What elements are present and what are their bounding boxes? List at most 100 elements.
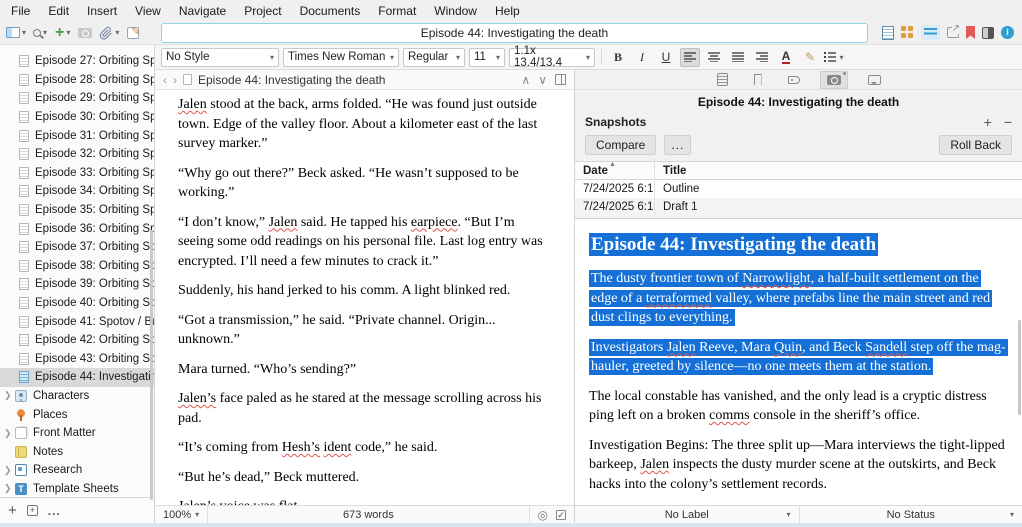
- binder-item[interactable]: Episode 43: Orbiting Spoto...: [0, 350, 154, 369]
- binder-collection-front-matter[interactable]: ❯Front Matter: [0, 424, 154, 443]
- binder-item[interactable]: Episode 34: Orbiting Spoto...: [0, 182, 154, 201]
- binder-item[interactable]: Episode 40: Orbiting Spotov: [0, 294, 154, 313]
- expand-chevron-icon[interactable]: ❯: [4, 390, 14, 401]
- paperclip-caret[interactable]: ▾: [115, 28, 119, 37]
- underline-button[interactable]: U: [656, 48, 676, 67]
- binder-item[interactable]: Episode 31: Orbiting Spoto...: [0, 126, 154, 145]
- document-title-field[interactable]: Episode 44: Investigating the death: [161, 23, 868, 43]
- date-column-header[interactable]: Date▲: [575, 162, 655, 179]
- bold-button[interactable]: B: [608, 48, 628, 67]
- binder-item[interactable]: Episode 39: Orbiting Spoto...: [0, 275, 154, 294]
- binder-item[interactable]: Episode 27: Orbiting Spoto...: [0, 52, 154, 71]
- compose-icon[interactable]: [127, 27, 139, 39]
- back-icon[interactable]: ‹: [163, 73, 167, 87]
- corkboard-view-icon[interactable]: [901, 26, 914, 39]
- menu-item-navigate[interactable]: Navigate: [170, 2, 235, 20]
- font-variant-dropdown[interactable]: Regular▾: [403, 48, 465, 67]
- paperclip-icon[interactable]: [99, 26, 113, 40]
- menu-item-help[interactable]: Help: [486, 2, 529, 20]
- forward-icon[interactable]: ›: [173, 73, 177, 87]
- binder-item[interactable]: Episode 28: Orbiting Spoto...: [0, 71, 154, 90]
- binder-toggle-caret[interactable]: ▾: [22, 28, 26, 37]
- menu-item-project[interactable]: Project: [235, 2, 290, 20]
- binder-more-icon[interactable]: ...: [48, 504, 61, 518]
- snapshot-remove-button[interactable]: −: [1004, 114, 1012, 130]
- label-dropdown[interactable]: No Label▾: [575, 506, 799, 523]
- menu-item-format[interactable]: Format: [369, 2, 425, 20]
- binder-item[interactable]: Episode 33: Orbiting Spoto...: [0, 164, 154, 183]
- split-editor-icon[interactable]: [555, 74, 566, 85]
- font-size-dropdown[interactable]: 11▾: [469, 48, 505, 67]
- binder-collection-places[interactable]: Places: [0, 405, 154, 424]
- line-spacing-dropdown[interactable]: 1.1x 13.4/13.4▾: [509, 48, 595, 67]
- share-icon[interactable]: [947, 27, 959, 38]
- binder-item[interactable]: Episode 37: Orbiting Spoto...: [0, 238, 154, 257]
- snapshot-more-button[interactable]: ...: [664, 135, 691, 155]
- tab-bookmarks[interactable]: [748, 71, 768, 89]
- menu-item-edit[interactable]: Edit: [39, 2, 78, 20]
- status-dropdown[interactable]: No Status▾: [799, 506, 1022, 523]
- split-view-icon[interactable]: [982, 27, 994, 39]
- binder-toggle-icon[interactable]: [6, 27, 20, 38]
- previous-doc-icon[interactable]: ∧: [521, 73, 530, 87]
- binder-collection-characters[interactable]: ❯Characters: [0, 387, 154, 406]
- binder-scrollbar[interactable]: [150, 230, 153, 500]
- style-dropdown[interactable]: No Style▾: [161, 48, 279, 67]
- expand-chevron-icon[interactable]: ❯: [4, 428, 14, 439]
- expand-chevron-icon[interactable]: ❯: [4, 483, 14, 494]
- binder-collection-research[interactable]: ❯Research: [0, 461, 154, 480]
- info-icon[interactable]: i: [1001, 26, 1014, 39]
- align-center-button[interactable]: [704, 48, 724, 67]
- align-right-button[interactable]: [752, 48, 772, 67]
- compare-button[interactable]: Compare: [585, 135, 656, 155]
- binder-add-folder-icon[interactable]: +: [27, 505, 38, 516]
- bookmark-icon[interactable]: [966, 26, 975, 39]
- binder-add-icon[interactable]: +: [8, 502, 17, 519]
- menu-item-documents[interactable]: Documents: [291, 2, 370, 20]
- binder-tree[interactable]: Episode 27: Orbiting Spoto...Episode 28:…: [0, 45, 154, 497]
- font-dropdown[interactable]: Times New Roman▾: [283, 48, 399, 67]
- italic-button[interactable]: I: [632, 48, 652, 67]
- editor-text-area[interactable]: Jalen stood at the back, arms folded. “H…: [155, 90, 574, 505]
- inspector-scrollbar[interactable]: [1018, 320, 1021, 415]
- align-justify-button[interactable]: [728, 48, 748, 67]
- snapshot-preview[interactable]: Episode 44: Investigating the deathThe d…: [575, 218, 1022, 505]
- binder-item[interactable]: Episode 35: Orbiting Spoto...: [0, 201, 154, 220]
- add-item-icon[interactable]: +: [55, 26, 64, 40]
- binder-item[interactable]: Episode 38: Orbiting Spoto...: [0, 257, 154, 276]
- tab-snapshots[interactable]: [820, 71, 848, 89]
- menu-item-file[interactable]: File: [2, 2, 39, 20]
- binder-collection-notes[interactable]: Notes: [0, 442, 154, 461]
- binder-item[interactable]: Episode 36: Orbiting Spoto...: [0, 219, 154, 238]
- search-icon[interactable]: [33, 29, 41, 37]
- binder-collection-template-sheets[interactable]: ❯TTemplate Sheets: [0, 480, 154, 497]
- outline-view-icon[interactable]: [921, 25, 940, 40]
- menu-item-view[interactable]: View: [126, 2, 170, 20]
- snapshot-add-button[interactable]: +: [984, 114, 992, 130]
- next-doc-icon[interactable]: ∨: [538, 73, 547, 87]
- search-caret[interactable]: ▾: [43, 28, 47, 37]
- align-left-button[interactable]: [680, 48, 700, 67]
- rollback-button[interactable]: Roll Back: [939, 135, 1012, 155]
- tab-comments[interactable]: [862, 71, 887, 89]
- menu-item-insert[interactable]: Insert: [78, 2, 126, 20]
- expand-chevron-icon[interactable]: ❯: [4, 465, 14, 476]
- snapshots-table-header[interactable]: Date▲ Title: [575, 162, 1022, 180]
- snapshot-row[interactable]: 7/24/2025 6:12 ...Outline: [575, 180, 1022, 198]
- binder-item[interactable]: Episode 42: Orbiting Spotov: [0, 331, 154, 350]
- binder-item[interactable]: Episode 30: Orbiting Spoto...: [0, 108, 154, 127]
- snapshot-camera-icon[interactable]: [78, 28, 92, 38]
- binder-item[interactable]: Episode 32: Orbiting Spoto...: [0, 145, 154, 164]
- menu-item-window[interactable]: Window: [425, 2, 486, 20]
- snapshot-row[interactable]: 7/24/2025 6:19 ...Draft 1: [575, 198, 1022, 216]
- list-button[interactable]: ▾: [824, 48, 844, 67]
- tab-synopsis[interactable]: [711, 71, 734, 89]
- text-color-button[interactable]: A: [776, 48, 796, 67]
- task-check-icon[interactable]: ✓: [556, 510, 566, 520]
- add-item-caret[interactable]: ▾: [66, 28, 70, 37]
- zoom-dropdown[interactable]: 100%▾: [155, 506, 208, 523]
- document-view-icon[interactable]: [882, 26, 894, 40]
- title-column-header[interactable]: Title: [655, 165, 1022, 177]
- binder-item[interactable]: Episode 41: Spotov / Burg ...: [0, 312, 154, 331]
- highlight-button[interactable]: ✎: [800, 48, 820, 67]
